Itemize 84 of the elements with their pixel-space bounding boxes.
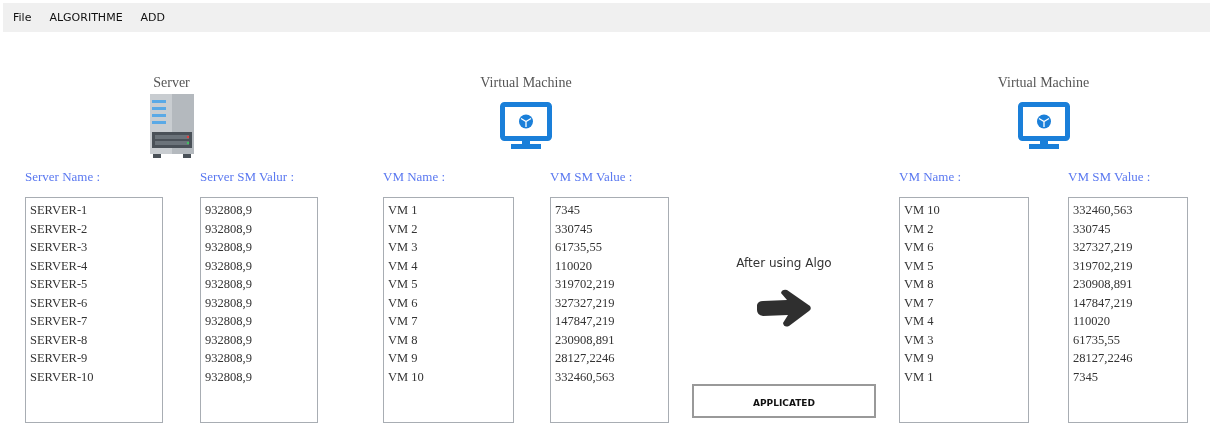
section-title: Server — [153, 74, 190, 92]
list-item[interactable]: 932808,9 — [205, 330, 313, 349]
list-box[interactable]: 7345 330745 61735,55 110020 319702,219 327327,219 147847,219 230908,891 28127,2246 332460,563 — [550, 197, 669, 423]
menu-item[interactable]: File — [13, 11, 32, 24]
menu-item[interactable]: ALGORITHME — [49, 11, 123, 24]
field-label: VM SM Value : — [550, 168, 634, 186]
list-item[interactable]: VM 1 — [904, 367, 1024, 386]
list-item[interactable]: VM 5 — [904, 256, 1024, 275]
list-item[interactable]: VM 9 — [904, 349, 1024, 368]
list-item[interactable]: 932808,9 — [205, 367, 313, 386]
list-item[interactable]: SERVER-4 — [30, 256, 158, 275]
list-item[interactable]: VM 9 — [388, 349, 509, 368]
server-icon — [147, 94, 196, 158]
list-item[interactable]: VM 6 — [388, 293, 509, 312]
list-item[interactable]: SERVER-7 — [30, 312, 158, 331]
section-title: Virtual Machine — [997, 74, 1090, 92]
list-item[interactable]: VM 7 — [904, 293, 1024, 312]
list-item[interactable]: VM 4 — [388, 256, 509, 275]
list-item[interactable]: SERVER-8 — [30, 330, 158, 349]
list-item[interactable]: SERVER-2 — [30, 219, 158, 238]
list-item[interactable]: VM 1 — [388, 201, 509, 220]
list-item[interactable]: VM 2 — [904, 219, 1024, 238]
list-item[interactable]: VM 6 — [904, 238, 1024, 257]
list-box[interactable]: 332460,563 330745 327327,219 319702,219 230908,891 147847,219 110020 61735,55 28127,2246 7345 — [1068, 197, 1188, 423]
list-item[interactable]: 110020 — [555, 256, 664, 275]
list-item[interactable]: SERVER-6 — [30, 293, 158, 312]
list-item[interactable]: SERVER-9 — [30, 349, 158, 368]
list-item[interactable]: VM 7 — [388, 312, 509, 331]
field-label: VM Name : — [383, 168, 447, 186]
monitor-icon — [500, 102, 552, 150]
list-item[interactable]: 319702,219 — [555, 275, 664, 294]
list-item[interactable]: 319702,219 — [1073, 256, 1183, 275]
field-label: VM SM Value : — [1068, 168, 1152, 186]
list-box[interactable]: VM 1 VM 2 VM 3 VM 4 VM 5 VM 6 VM 7 VM 8 VM 9 VM 10 — [383, 197, 514, 423]
field-label: VM Name : — [899, 168, 963, 186]
list-item[interactable]: 110020 — [1073, 312, 1183, 331]
field-label: Server Name : — [25, 168, 102, 186]
list-item[interactable]: 330745 — [555, 219, 664, 238]
caption-text: After using Algo — [736, 255, 832, 272]
list-item[interactable]: 332460,563 — [555, 367, 664, 386]
list-box[interactable]: SERVER-1 SERVER-2 SERVER-3 SERVER-4 SERVER-5 SERVER-6 SERVER-7 SERVER-8 SERVER-9 SERVER-10 — [25, 197, 163, 423]
monitor-icon — [1017, 102, 1070, 150]
list-item[interactable]: VM 10 — [388, 367, 509, 386]
list-item[interactable]: 230908,891 — [1073, 275, 1183, 294]
list-item[interactable]: SERVER-5 — [30, 275, 158, 294]
list-item[interactable]: VM 8 — [904, 275, 1024, 294]
list-item[interactable]: 932808,9 — [205, 349, 313, 368]
list-box[interactable]: VM 10 VM 2 VM 6 VM 5 VM 8 VM 7 VM 4 VM 3 VM 9 VM 1 — [899, 197, 1029, 423]
list-item[interactable]: VM 10 — [904, 201, 1024, 220]
list-item[interactable]: SERVER-1 — [30, 201, 158, 220]
list-item[interactable]: 932808,9 — [205, 293, 313, 312]
list-item[interactable]: VM 3 — [904, 330, 1024, 349]
list-item[interactable]: 7345 — [1073, 367, 1183, 386]
list-item[interactable]: 147847,219 — [1073, 293, 1183, 312]
list-item[interactable]: 932808,9 — [205, 312, 313, 331]
list-item[interactable]: VM 4 — [904, 312, 1024, 331]
list-item[interactable]: 61735,55 — [1073, 330, 1183, 349]
list-item[interactable]: 932808,9 — [205, 275, 313, 294]
list-item[interactable]: 332460,563 — [1073, 201, 1183, 220]
list-item[interactable]: 147847,219 — [555, 312, 664, 331]
list-item[interactable]: 327327,219 — [1073, 238, 1183, 257]
list-box[interactable]: 932808,9 932808,9 932808,9 932808,9 932808,9 932808,9 932808,9 932808,9 932808,9 932808,9 — [200, 197, 318, 423]
list-item[interactable]: 28127,2246 — [1073, 349, 1183, 368]
list-item[interactable]: VM 5 — [388, 275, 509, 294]
list-item[interactable]: 932808,9 — [205, 256, 313, 275]
list-item[interactable]: 7345 — [555, 201, 664, 220]
applicated-button[interactable]: APPLICATED — [692, 384, 876, 418]
list-item[interactable]: 330745 — [1073, 219, 1183, 238]
list-item[interactable]: 327327,219 — [555, 293, 664, 312]
list-item[interactable]: 28127,2246 — [555, 349, 664, 368]
list-item[interactable]: SERVER-10 — [30, 367, 158, 386]
list-item[interactable]: VM 8 — [388, 330, 509, 349]
arrow-icon — [755, 288, 813, 328]
menu-item[interactable]: ADD — [140, 11, 166, 24]
list-item[interactable]: VM 2 — [388, 219, 509, 238]
list-item[interactable]: VM 3 — [388, 238, 509, 257]
list-item[interactable]: 61735,55 — [555, 238, 664, 257]
list-item[interactable]: 932808,9 — [205, 238, 313, 257]
list-item[interactable]: SERVER-3 — [30, 238, 158, 257]
field-label: Server SM Valur : — [200, 168, 295, 186]
section-title: Virtual Machine — [480, 74, 572, 92]
list-item[interactable]: 932808,9 — [205, 201, 313, 220]
list-item[interactable]: 932808,9 — [205, 219, 313, 238]
list-item[interactable]: 230908,891 — [555, 330, 664, 349]
